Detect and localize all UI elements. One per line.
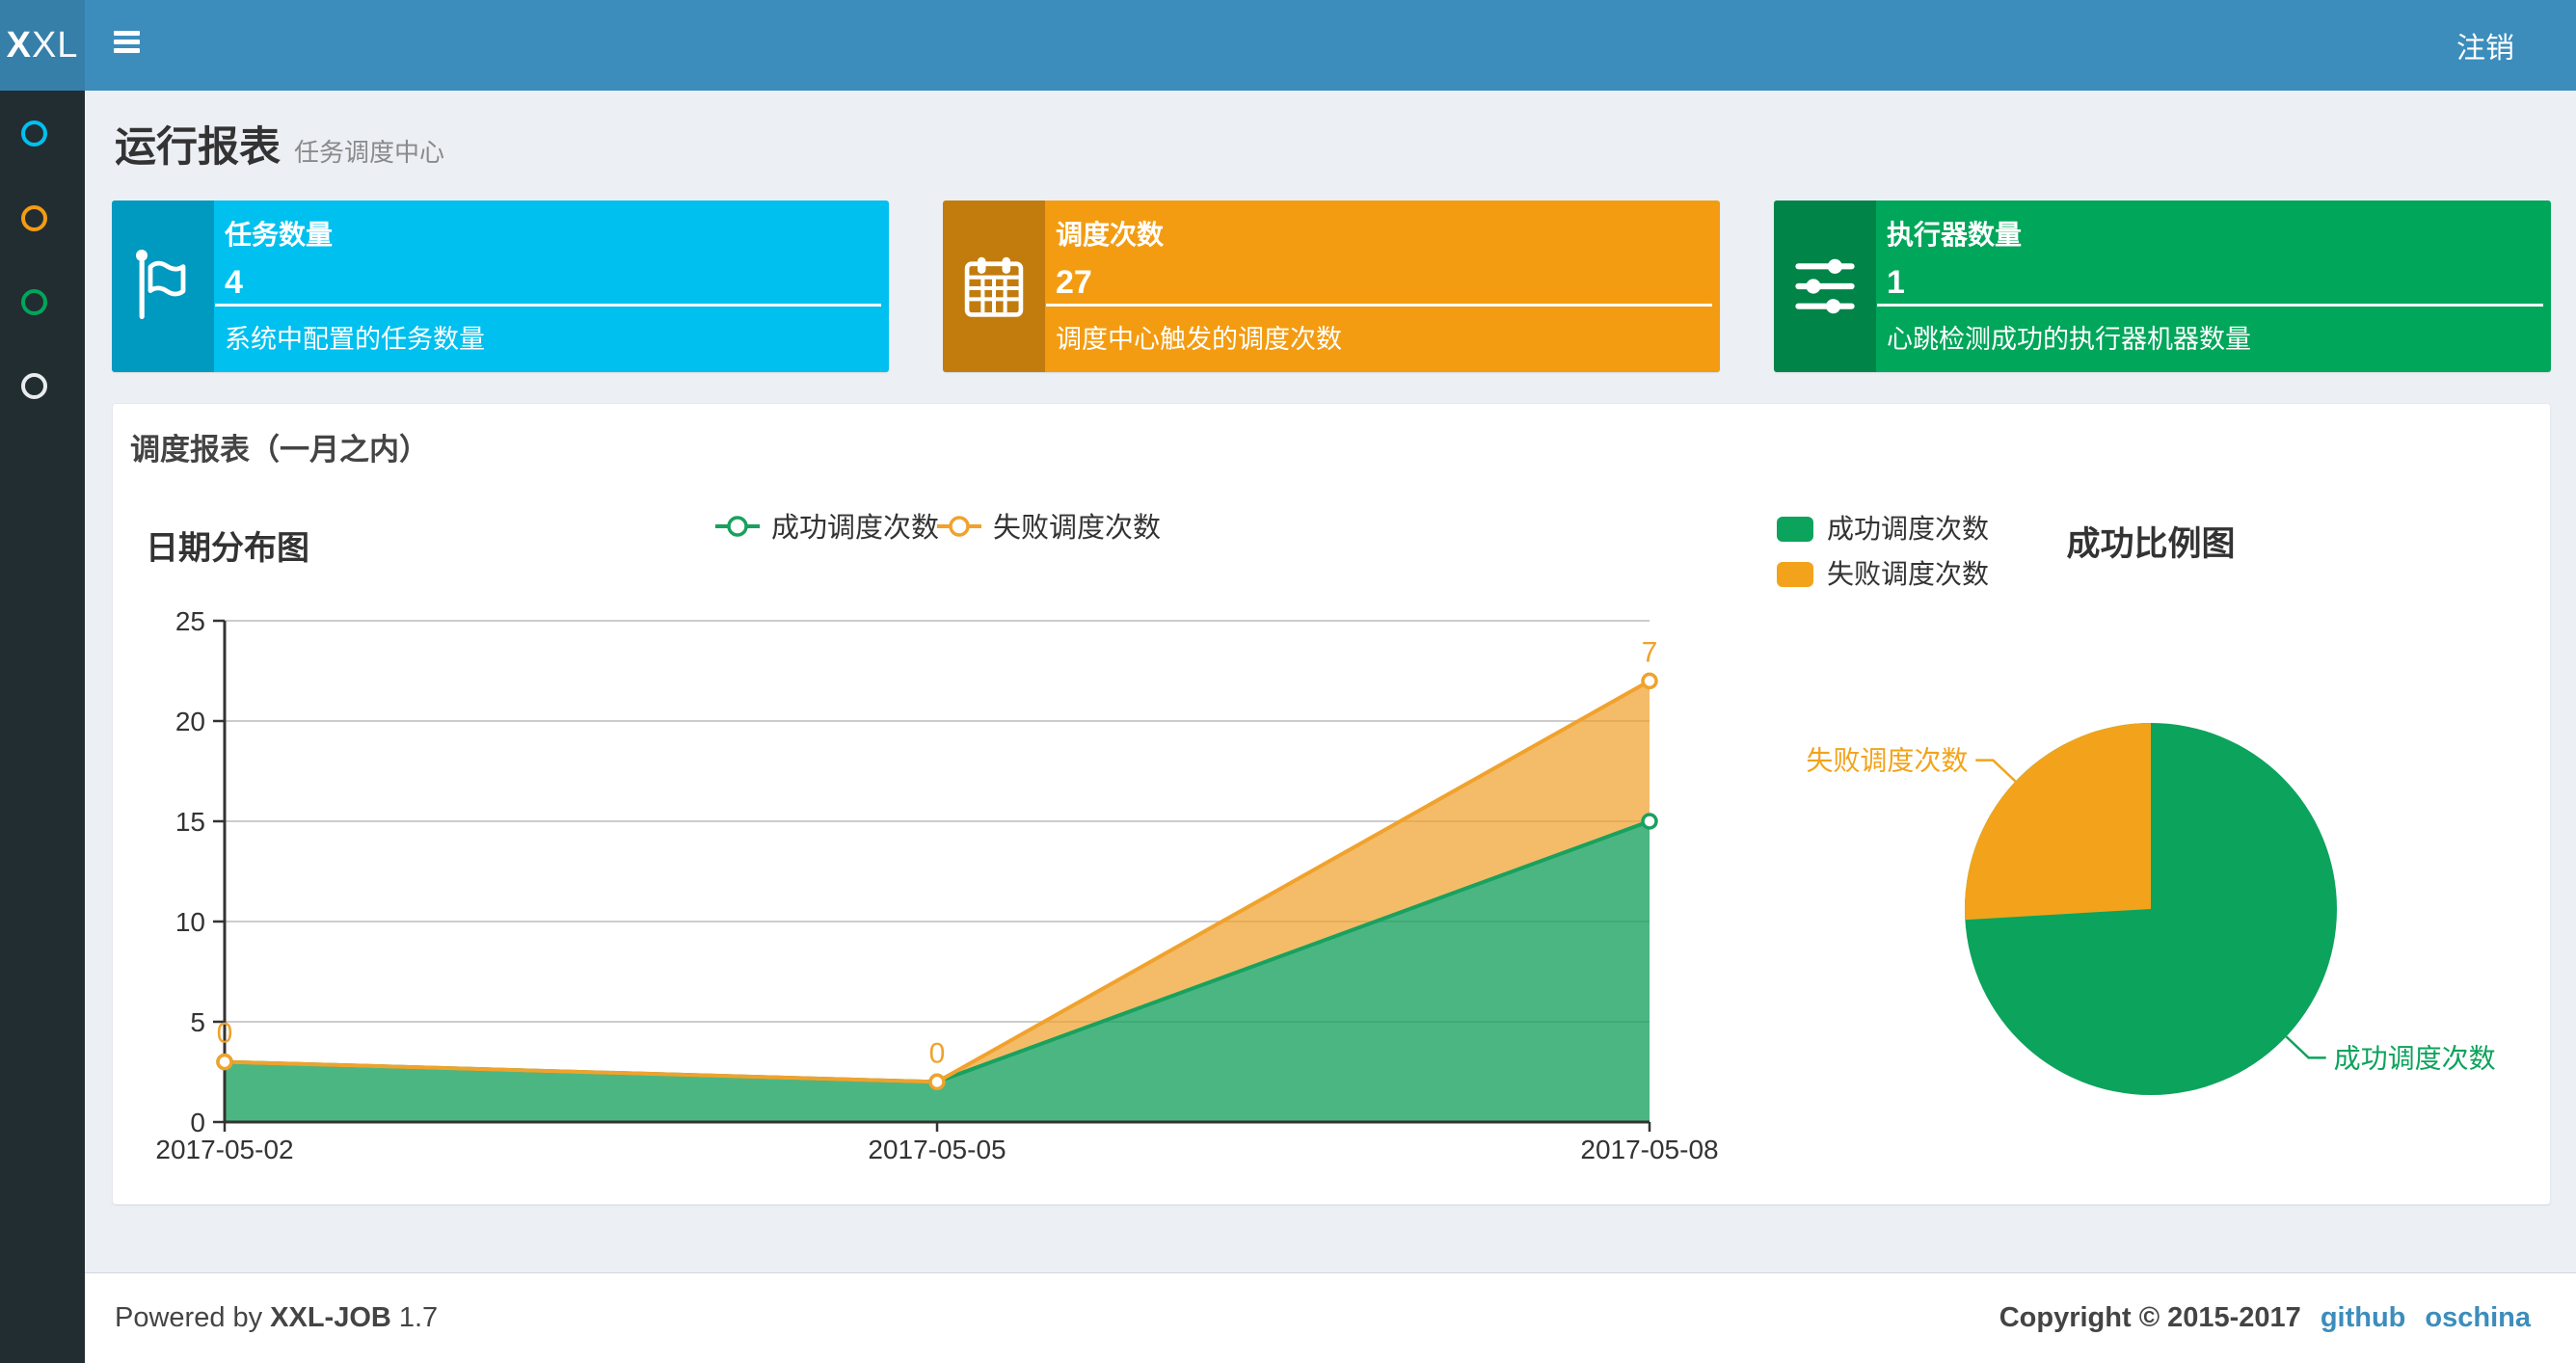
pie-legend-swatch[interactable] [1777,517,1813,542]
github-link[interactable]: github [2321,1302,2406,1334]
y-tick-label: 0 [190,1108,205,1137]
info-box-desc: 心跳检测成功的执行器机器数量 [1887,325,2251,354]
info-box-body: 任务数量 4 系统中配置的任务数量 [214,200,889,372]
pie-legend-label[interactable]: 失败调度次数 [1827,559,1989,589]
fail-point[interactable] [928,1073,946,1091]
fail-point[interactable] [216,1053,233,1071]
product-name: XXL-JOB [270,1302,391,1333]
info-box-job-count: 任务数量 4 系统中配置的任务数量 [112,200,889,372]
pie-legend-label[interactable]: 成功调度次数 [1827,514,1989,544]
product-version: 1.7 [398,1302,439,1333]
pie-slice-fail[interactable] [1964,723,2151,921]
charts-svg: 日期分布图成功调度次数 失败调度次数05101520252017-05-02 201… [146,512,2496,1164]
info-box-body: 调度次数 27 调度中心触发的调度次数 [1045,200,1720,372]
pie-label-fail: 失败调度次数 [1806,746,1968,776]
info-box-value: 27 [1056,264,1092,301]
sidebar-item-executors[interactable] [21,289,47,315]
info-box-title: 调度次数 [1056,220,1165,250]
footer: Powered by XXL-JOB 1.7 Copyright © 2015-… [85,1272,2576,1363]
circle-outline-icon [21,205,47,231]
calendar-icon [943,200,1045,372]
y-tick-label: 20 [175,707,205,736]
sidebar-item-report[interactable] [21,120,47,147]
y-tick-label: 15 [175,807,205,837]
footer-copyright: Copyright © 2015-2017 github oschina [1999,1273,2531,1363]
y-tick-label: 25 [175,606,205,636]
info-box-trigger-count: 调度次数 27 调度中心触发的调度次数 [943,200,1720,372]
info-box-desc: 系统中配置的任务数量 [225,325,485,354]
divider [1877,304,2543,307]
main-content: 运行报表 任务调度中心 任务数量 4 系统中配置的任务数量 调度次数 27 调度… [85,91,2576,1272]
top-navbar: X XL 注销 [0,0,2576,91]
legend-label[interactable]: 成功调度次数 [771,512,939,544]
pie-label-line-success [2285,1035,2326,1059]
report-panel: 调度报表（一月之内） 日期分布图 成功调度次数 失败调度次数 0 5 10 15 20 25 20… [112,403,2551,1205]
sidebar [0,91,85,1363]
x-tick-label: 2017-05-02 [155,1135,293,1164]
info-box-title: 执行器数量 [1887,220,2023,250]
logout-button[interactable]: 注销 [2456,0,2514,91]
circle-outline-icon [21,289,47,315]
page-subtitle: 任务调度中心 [294,138,445,167]
sidebar-toggle-icon[interactable] [114,31,140,53]
circle-outline-icon [21,373,47,399]
info-box-body: 执行器数量 1 心跳检测成功的执行器机器数量 [1876,200,2551,372]
info-box-value: 4 [225,264,243,301]
y-tick-label: 5 [190,1007,205,1037]
app-logo[interactable]: X XL [0,0,85,91]
sidebar-item-jobs[interactable] [21,205,47,231]
divider [1046,304,1712,307]
info-box-value: 1 [1887,264,1905,301]
x-tick-label: 2017-05-08 [1580,1135,1718,1164]
pie-label-line-fail [1975,759,2017,783]
info-box-title: 任务数量 [225,220,334,250]
info-box-executor-count: 执行器数量 1 心跳检测成功的执行器机器数量 [1774,200,2551,372]
pie-label-success: 成功调度次数 [2334,1043,2496,1073]
legend-circle-icon[interactable] [949,516,970,537]
fail-data-label: 0 [217,1018,233,1050]
logo-text-light: XL [31,24,79,66]
page-header: 运行报表 任务调度中心 [115,114,444,174]
fail-point[interactable] [1641,672,1658,690]
sidebar-item-help[interactable] [21,373,47,399]
legend-label[interactable]: 失败调度次数 [993,512,1161,544]
logo-text-bold: X [6,24,32,66]
pie-legend-swatch[interactable] [1777,562,1813,587]
fail-data-label: 7 [1642,636,1658,668]
success-point[interactable] [1641,813,1658,830]
legend-circle-icon[interactable] [727,516,748,537]
line-chart-title: 日期分布图 [146,530,309,567]
pie-chart-title: 成功比例图 [2066,525,2235,563]
flag-icon [112,200,214,372]
circle-outline-icon [21,120,47,147]
footer-powered-by: Powered by XXL-JOB 1.7 [115,1273,438,1363]
sliders-icon [1774,200,1876,372]
fail-data-label: 0 [929,1037,946,1069]
info-box-desc: 调度中心触发的调度次数 [1056,325,1342,354]
powered-prefix: Powered by [115,1302,263,1333]
page-title: 运行报表 [115,124,281,171]
oschina-link[interactable]: oschina [2425,1302,2531,1334]
divider [215,304,881,307]
x-tick-label: 2017-05-05 [868,1135,1006,1164]
panel-title: 调度报表（一月之内） [130,433,429,467]
copyright-text: Copyright © 2015-2017 [1999,1302,2301,1333]
y-tick-label: 10 [175,907,205,937]
